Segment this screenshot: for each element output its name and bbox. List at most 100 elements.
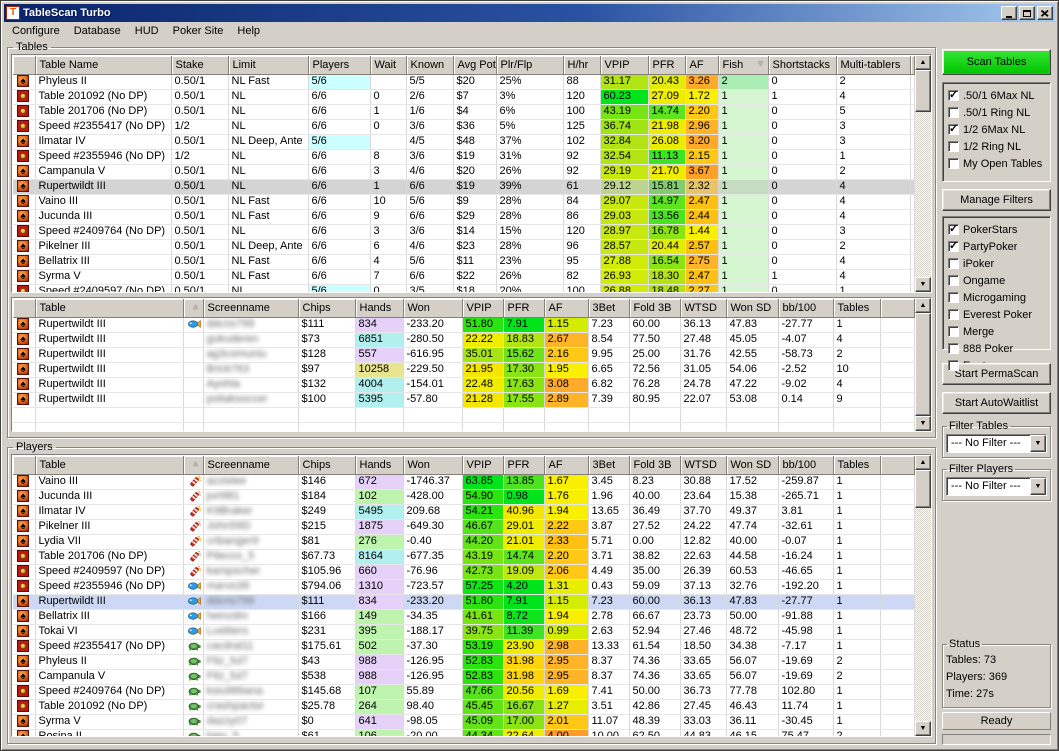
checkbox-item-pokerstars[interactable]: PokerStars [946, 221, 1048, 238]
grid-row[interactable]: ♠Phyleus II0.50/1NL Fast5/65/5$2025%8831… [13, 74, 915, 89]
column-header-3bet[interactable]: 3Bet [588, 299, 629, 317]
manage-filters-button[interactable]: Manage Filters [942, 189, 1051, 211]
grid-row[interactable]: Speed #2409597 (No DP)kampscher$105.9666… [13, 564, 915, 579]
column-header-plr-flp[interactable]: Plr/Flp [496, 56, 563, 74]
grid-row[interactable]: ♠Lydia VIIcribanger9$81276-0.4044.2021.0… [13, 534, 915, 549]
scroll-track[interactable] [915, 313, 931, 416]
chevron-down-icon[interactable]: ▼ [1030, 435, 1046, 452]
menu-help[interactable]: Help [230, 23, 267, 40]
chevron-down-icon[interactable]: ▼ [1030, 478, 1046, 495]
grid-row[interactable]: ♠Ilmatar IVK9Braker$2495495209.6854.2140… [13, 504, 915, 519]
column-header-screenname[interactable]: Screenname [203, 299, 298, 317]
column-header-h-hr[interactable]: H/hr [563, 56, 600, 74]
column-header-pfr[interactable]: PFR [648, 56, 685, 74]
column-header-vpip[interactable]: VPIP [600, 56, 648, 74]
column-header-won[interactable]: Won [403, 299, 462, 317]
column-header-chips[interactable]: Chips [298, 299, 355, 317]
unchecked-checkbox-icon[interactable] [948, 275, 959, 286]
grid-row[interactable]: ♠Pikelner III0.50/1NL Deep, Ante6/664/6$… [13, 239, 915, 254]
scroll-down-button[interactable]: ▼ [915, 277, 931, 292]
unchecked-checkbox-icon[interactable] [948, 309, 959, 320]
column-header-screenname[interactable]: Screenname [203, 456, 298, 474]
players-scrollbar[interactable]: ▲▼ [915, 455, 931, 736]
unchecked-checkbox-icon[interactable] [948, 292, 959, 303]
grid-row[interactable]: Table 201092 (No DP)crashpactor$25.78264… [13, 699, 915, 714]
column-header-pfr[interactable]: PFR [503, 456, 544, 474]
start-autowaitlist-button[interactable]: Start AutoWaitlist [942, 392, 1051, 414]
minimize-button[interactable] [1001, 6, 1017, 20]
column-header-af[interactable]: AF [685, 56, 718, 74]
checkbox-item-merge[interactable]: Merge [946, 323, 1048, 340]
scroll-down-button[interactable]: ▼ [915, 721, 931, 736]
grid-row[interactable]: ♠Campanula VFitz_ful7$538988-126.9552.83… [13, 669, 915, 684]
checkbox-item-microgaming[interactable]: Microgaming [946, 289, 1048, 306]
column-header-hands[interactable]: Hands [355, 299, 403, 317]
column-header-multi-tablers[interactable]: Multi-tablers [836, 56, 910, 74]
unchecked-checkbox-icon[interactable] [948, 141, 959, 152]
column-header-3bet[interactable]: 3Bet [588, 456, 629, 474]
grid-row[interactable]: ♠Rupertwildt IIIddcris799$111834-233.205… [13, 594, 915, 609]
column-header-chips[interactable]: Chips [298, 456, 355, 474]
column-header-vpip[interactable]: VPIP [462, 456, 503, 474]
scroll-thumb[interactable] [915, 70, 931, 112]
checkbox-item-my-open-tables[interactable]: My Open Tables [946, 155, 1048, 172]
checkbox-item-everest-poker[interactable]: Everest Poker [946, 306, 1048, 323]
column-header-hands[interactable]: Hands [355, 456, 403, 474]
column-header-avg-pot[interactable]: Avg Pot [453, 56, 496, 74]
checkbox-item-1-2-ring-nl[interactable]: 1/2 Ring NL [946, 138, 1048, 155]
tables-scrollbar[interactable]: ▲▼ [915, 55, 931, 292]
column-header-fish[interactable]: Fish▼ [718, 56, 768, 74]
scroll-track[interactable] [915, 70, 931, 277]
unchecked-checkbox-icon[interactable] [948, 343, 959, 354]
grid-row[interactable]: ♠Jucunda III0.50/1NL Fast6/696/6$2928%86… [13, 209, 915, 224]
scroll-up-button[interactable]: ▲ [915, 455, 931, 470]
column-header-table[interactable]: Table [35, 299, 183, 317]
column-header-won-sd[interactable]: Won SD [726, 299, 778, 317]
grid-row[interactable]: ♠Rupertwildt IIIddcris799$111834-233.205… [13, 317, 915, 332]
scroll-up-button[interactable]: ▲ [915, 55, 931, 70]
column-header-wtsd[interactable]: WTSD [680, 456, 726, 474]
scan-tables-button[interactable]: Scan Tables [942, 49, 1051, 75]
scroll-down-button[interactable]: ▼ [915, 416, 931, 431]
column-header-table[interactable]: Table [35, 456, 183, 474]
column-header-tables[interactable]: Tables [833, 299, 880, 317]
seated-scrollbar[interactable]: ▲▼ [915, 298, 931, 431]
column-header-players[interactable]: Players [308, 56, 370, 74]
grid-row[interactable]: ♠Rupertwildt IIIgukuderen$736851-280.502… [13, 332, 915, 347]
grid-row[interactable]: ♠Rupertwildt IIIpoliaksoccer$1005395-57.… [13, 392, 915, 407]
grid-row[interactable]: ♠Bellatrix IIIheinzdm$166149-34.3541.618… [13, 609, 915, 624]
grid-row[interactable]: ♠Rupertwildt IIIag3comuniu$128557-616.95… [13, 347, 915, 362]
column-header-pfr[interactable]: PFR [503, 299, 544, 317]
checked-checkbox-icon[interactable] [948, 90, 959, 101]
column-header-af[interactable]: AF [544, 299, 588, 317]
grid-row[interactable]: Speed #2355417 (No DP)cacdral11$175.6150… [13, 639, 915, 654]
column-header-won-sd[interactable]: Won SD [726, 456, 778, 474]
column-header-wait[interactable]: Wait [370, 56, 406, 74]
column-header-af[interactable]: AF [544, 456, 588, 474]
column-header-limit[interactable]: Limit [228, 56, 308, 74]
unchecked-checkbox-icon[interactable] [948, 360, 959, 371]
grid-row[interactable]: ♠Rupertwildt IIIAyohla$1324004-154.0122.… [13, 377, 915, 392]
checkbox-item-ipoker[interactable]: iPoker [946, 255, 1048, 272]
column-header-wtsd[interactable]: WTSD [680, 299, 726, 317]
checkbox-item-50-1-ring-nl[interactable]: .50/1 Ring NL [946, 104, 1048, 121]
unchecked-checkbox-icon[interactable] [948, 158, 959, 169]
grid-row[interactable]: ♠Bellatrix III0.50/1NL Fast6/645/6$1123%… [13, 254, 915, 269]
column-header-vpip[interactable]: VPIP [462, 299, 503, 317]
grid-row[interactable]: ♠Tokai VILusttiers$231395-188.1739.7511.… [13, 624, 915, 639]
column-header-won[interactable]: Won [403, 456, 462, 474]
menu-database[interactable]: Database [67, 23, 128, 40]
scroll-thumb[interactable] [915, 470, 931, 508]
titlebar[interactable]: T TableScan Turbo [4, 4, 1055, 22]
checkbox-item-888-poker[interactable]: 888 Poker [946, 340, 1048, 357]
grid-row[interactable]: ♠Rupertwildt IIIBrick763$9710258-229.502… [13, 362, 915, 377]
unchecked-checkbox-icon[interactable] [948, 326, 959, 337]
checked-checkbox-icon[interactable] [948, 224, 959, 235]
checked-checkbox-icon[interactable] [948, 241, 959, 252]
checkbox-item-partypoker[interactable]: PartyPoker [946, 238, 1048, 255]
column-header-table-name[interactable]: Table Name [35, 56, 171, 74]
column-header-bb-100[interactable]: bb/100 [778, 299, 833, 317]
filter-players-select[interactable]: --- No Filter --- ▼ [946, 477, 1047, 496]
grid-row[interactable]: ♠Rupertwildt III0.50/1NL6/616/6$1939%612… [13, 179, 915, 194]
scroll-up-button[interactable]: ▲ [915, 298, 931, 313]
